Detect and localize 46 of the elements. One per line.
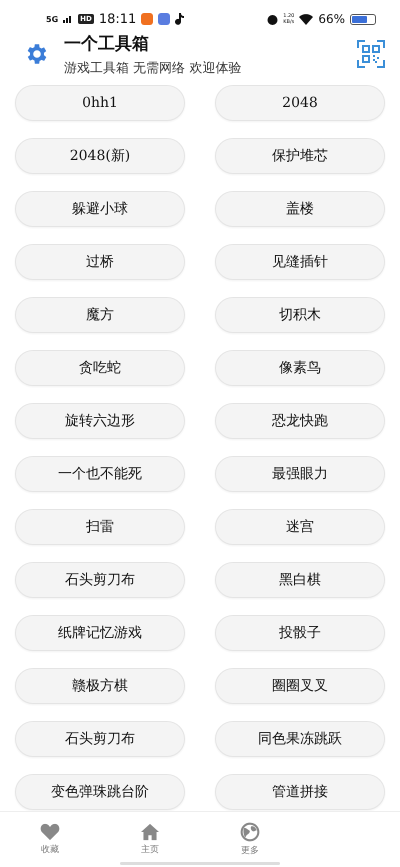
- game-button[interactable]: 像素鸟: [215, 350, 385, 386]
- nav-tab[interactable]: 收藏: [40, 823, 60, 856]
- game-button[interactable]: 2048: [215, 85, 385, 121]
- game-button[interactable]: 石头剪刀布: [15, 562, 185, 598]
- game-button[interactable]: 管道拼接: [215, 774, 385, 810]
- game-button[interactable]: 旋转六边形: [15, 403, 185, 439]
- signal-icon: [63, 15, 74, 23]
- game-button[interactable]: 见缝插针: [215, 244, 385, 280]
- app-title: 一个工具箱: [64, 32, 150, 54]
- heart-icon: [40, 823, 60, 841]
- game-button[interactable]: 投骰子: [215, 615, 385, 651]
- status-time: 18:11: [98, 12, 136, 26]
- game-button[interactable]: 纸牌记忆游戏: [15, 615, 185, 651]
- music-note-icon: [175, 13, 184, 25]
- game-button[interactable]: 贪吃蛇: [15, 350, 185, 386]
- game-button[interactable]: 同色果冻跳跃: [215, 721, 385, 757]
- game-button[interactable]: 切积木: [215, 297, 385, 333]
- game-button[interactable]: 最强眼力: [215, 456, 385, 492]
- game-button[interactable]: 石头剪刀布: [15, 721, 185, 757]
- battery-percent: 66%: [318, 12, 345, 26]
- game-button[interactable]: 赣极方棋: [15, 668, 185, 704]
- nav-tab[interactable]: 更多: [240, 822, 260, 857]
- game-button[interactable]: 变色弹珠跳台阶: [15, 774, 185, 810]
- game-button[interactable]: 2048(新): [15, 138, 185, 174]
- game-button[interactable]: 恐龙快跑: [215, 403, 385, 439]
- globe-icon: [240, 822, 260, 842]
- nav-tab[interactable]: 主页: [140, 823, 160, 856]
- home-icon: [140, 823, 160, 841]
- network-label: 5G: [46, 14, 58, 24]
- app-icon: [141, 13, 154, 25]
- scan-icon[interactable]: [357, 40, 385, 68]
- app-icon: [158, 13, 170, 25]
- game-button[interactable]: 过桥: [15, 244, 185, 280]
- game-button[interactable]: 扫雷: [15, 509, 185, 545]
- game-button[interactable]: 黑白棋: [215, 562, 385, 598]
- app-subtitle: 游戏工具箱 无需网络 欢迎体验: [64, 60, 242, 76]
- game-button[interactable]: 迷宫: [215, 509, 385, 545]
- game-button[interactable]: 盖楼: [215, 191, 385, 227]
- wifi-icon: [299, 14, 314, 24]
- game-button[interactable]: 0hh1: [15, 85, 185, 121]
- battery-icon: [350, 14, 376, 24]
- game-button[interactable]: 圈圈叉叉: [215, 668, 385, 704]
- game-button[interactable]: 躲避小球: [15, 191, 185, 227]
- game-button[interactable]: 一个也不能死: [15, 456, 185, 492]
- game-button[interactable]: 保护堆芯: [215, 138, 385, 174]
- game-button[interactable]: 魔方: [15, 297, 185, 333]
